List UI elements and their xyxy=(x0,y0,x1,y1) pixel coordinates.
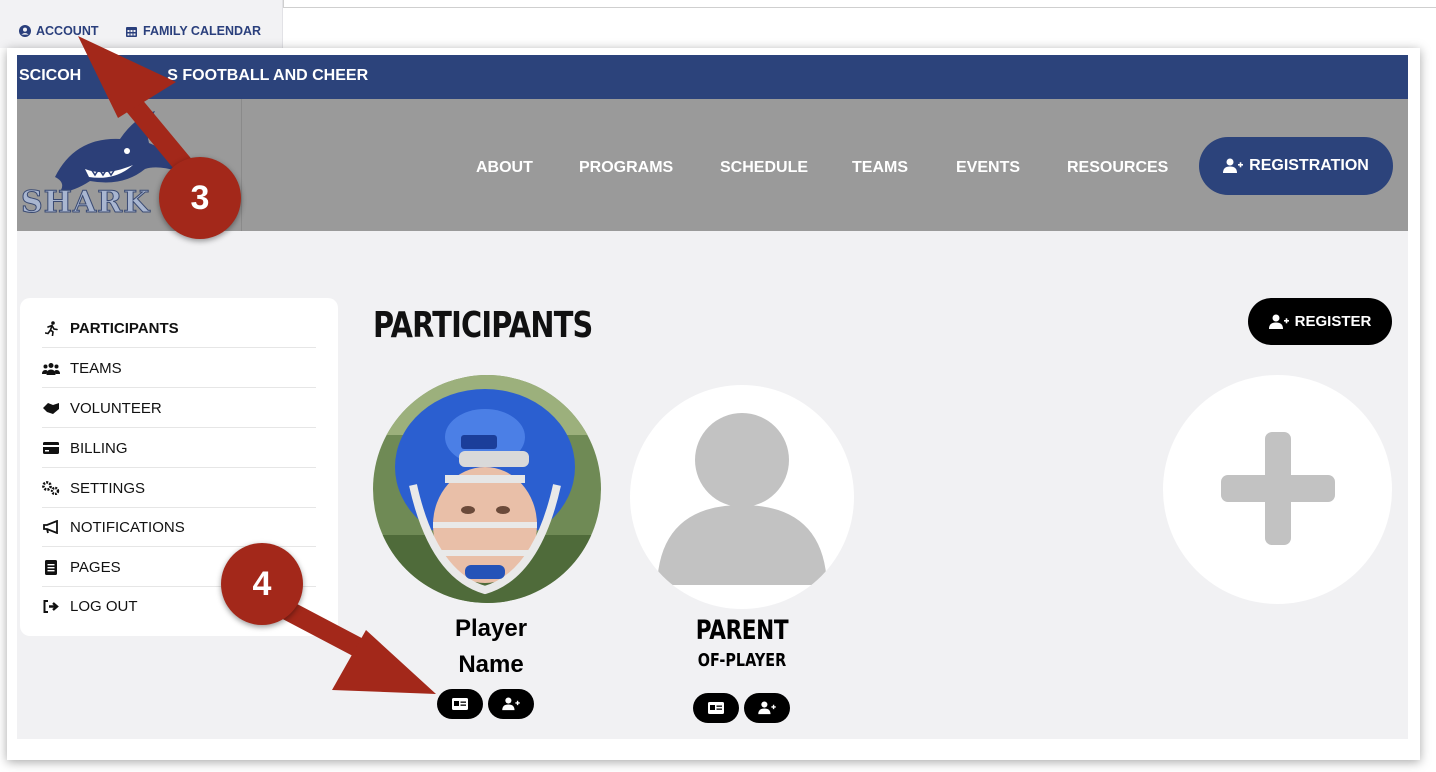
sidebar-item-billing[interactable]: BILLING xyxy=(42,429,316,468)
id-card-icon xyxy=(708,702,724,714)
registration-button[interactable]: REGISTRATION xyxy=(1199,137,1393,195)
player-photo-image xyxy=(373,375,601,603)
sidebar-item-label: VOLUNTEER xyxy=(70,399,162,417)
player-name-line1: Player xyxy=(454,615,528,642)
parent-avatar[interactable] xyxy=(630,385,854,609)
account-link[interactable]: ACCOUNT xyxy=(19,24,99,38)
calendar-icon xyxy=(126,26,137,37)
register-label: REGISTER xyxy=(1294,313,1372,330)
account-label: ACCOUNT xyxy=(36,24,99,38)
nav-events[interactable]: EVENTS xyxy=(956,159,1020,177)
user-plus-icon xyxy=(502,697,520,711)
parent-name: PARENT OF-PLAYER xyxy=(669,615,815,671)
default-user-icon xyxy=(657,413,827,585)
registration-label: REGISTRATION xyxy=(1249,157,1369,174)
website-page: SCICOH S FOOTBALL AND CHEER SHARK ABOUT P… xyxy=(17,55,1408,739)
sidebar-item-label: PARTICIPANTS xyxy=(70,319,179,337)
user-plus-icon xyxy=(1223,158,1244,173)
sidebar-item-label: BILLING xyxy=(70,439,128,457)
browser-edge xyxy=(283,0,1436,8)
nav-programs[interactable]: PROGRAMS xyxy=(579,159,673,177)
player-photo[interactable] xyxy=(373,375,601,603)
file-icon xyxy=(42,559,60,575)
sidebar-item-teams[interactable]: TEAMS xyxy=(42,349,316,388)
parent-add-guardian-button[interactable] xyxy=(744,693,790,723)
nav-teams[interactable]: TEAMS xyxy=(852,159,908,177)
family-calendar-link[interactable]: FAMILY CALENDAR xyxy=(125,24,261,38)
page-title: PARTICIPANTS xyxy=(373,305,593,346)
credit-card-icon xyxy=(42,442,60,454)
sidebar-item-label: PAGES xyxy=(70,558,121,576)
callout-step-3: 3 xyxy=(159,157,241,239)
user-plus-icon xyxy=(1268,314,1289,329)
org-banner: SCICOH S FOOTBALL AND CHEER xyxy=(17,55,1408,99)
gears-icon xyxy=(42,481,60,495)
player-add-guardian-button[interactable] xyxy=(488,689,534,719)
sidebar-item-notifications[interactable]: NOTIFICATIONS xyxy=(42,508,316,547)
user-plus-icon xyxy=(758,701,776,715)
nav-schedule[interactable]: SCHEDULE xyxy=(720,159,808,177)
nav-about[interactable]: ABOUT xyxy=(476,159,533,177)
users-icon xyxy=(42,362,60,375)
handshake-icon xyxy=(42,402,60,415)
parent-name-line1: PARENT xyxy=(695,615,789,646)
sign-out-icon xyxy=(42,600,60,613)
parent-id-card-button[interactable] xyxy=(693,693,739,723)
org-name-end: S FOOTBALL AND CHEER xyxy=(167,67,369,84)
sidebar-item-label: TEAMS xyxy=(70,359,122,377)
running-icon xyxy=(42,320,60,336)
register-button[interactable]: REGISTER xyxy=(1248,298,1392,345)
sidebar-item-label: SETTINGS xyxy=(70,479,146,497)
org-name-start: SCICOH xyxy=(19,67,82,84)
nav-resources[interactable]: RESOURCES xyxy=(1067,159,1168,177)
player-name: Player Name xyxy=(421,611,561,683)
callout-step-4: 4 xyxy=(221,543,303,625)
parent-name-line2: OF-PLAYER xyxy=(697,650,787,671)
user-circle-icon xyxy=(19,25,31,37)
plus-icon xyxy=(1221,432,1335,545)
family-calendar-label: FAMILY CALENDAR xyxy=(143,24,262,38)
logo-text: SHARK xyxy=(20,185,151,221)
sidebar-item-label: NOTIFICATIONS xyxy=(70,518,185,536)
add-participant-button[interactable] xyxy=(1163,375,1392,604)
sidebar-item-volunteer[interactable]: VOLUNTEER xyxy=(42,389,316,428)
player-id-card-button[interactable] xyxy=(437,689,483,719)
player-name-line2: Name xyxy=(458,651,524,678)
sidebar-item-participants[interactable]: PARTICIPANTS xyxy=(42,309,316,348)
megaphone-icon xyxy=(42,520,60,534)
id-card-icon xyxy=(452,698,468,710)
sidebar-item-label: LOG OUT xyxy=(70,598,138,615)
sidebar-item-settings[interactable]: SETTINGS xyxy=(42,469,316,508)
